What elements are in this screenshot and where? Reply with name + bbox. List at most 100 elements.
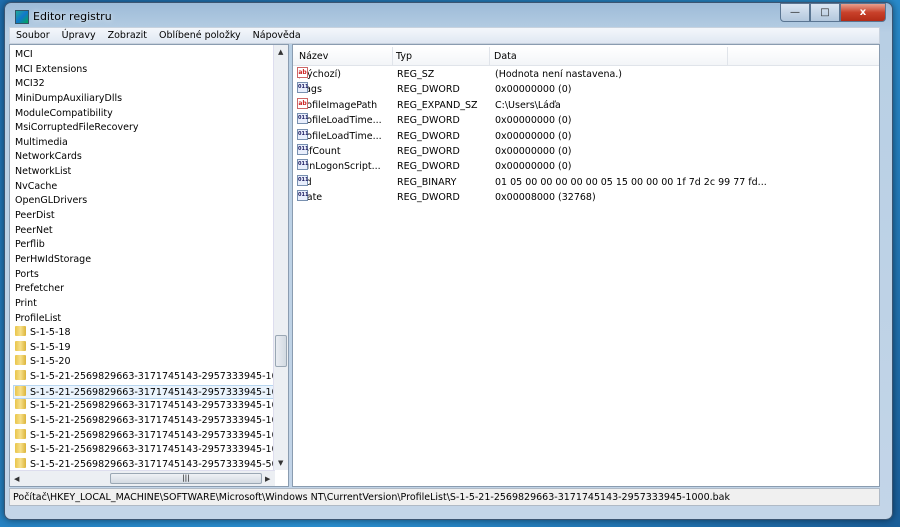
value-data: 0x00000000 (0) — [495, 115, 572, 127]
tree-item[interactable]: MCI32 — [15, 77, 45, 92]
tree-item-label: S-1-5-21-2569829663-3171745143-295733394… — [30, 400, 289, 412]
tree-item[interactable]: Perflib — [15, 238, 45, 253]
tree-item[interactable]: Multimedia — [15, 136, 68, 151]
value-type: REG_DWORD — [397, 130, 460, 142]
tree-item[interactable]: MsiCorruptedFileRecovery — [15, 121, 138, 136]
tree-item[interactable]: S-1-5-21-2569829663-3171745143-295733394… — [15, 399, 289, 414]
binary-value-icon: 011 — [297, 190, 308, 202]
value-name-cell: 011Sid — [297, 174, 312, 190]
menu-item[interactable]: Oblíbené položky — [153, 30, 247, 41]
tree-item-label: MCI32 — [15, 78, 45, 90]
tree-item[interactable]: MCI Extensions — [15, 63, 87, 78]
scroll-left-icon[interactable]: ◀ — [14, 475, 19, 483]
menu-item[interactable]: Soubor — [10, 30, 56, 41]
scroll-up-icon[interactable]: ▲ — [278, 48, 283, 56]
tree-vertical-scrollbar[interactable]: ▲ ▼ — [273, 45, 288, 470]
column-header-name[interactable]: Název — [299, 51, 328, 62]
minimize-button[interactable]: — — [780, 3, 810, 22]
tree-item[interactable]: S-1-5-20 — [15, 355, 71, 370]
list-header: Název Typ Data — [293, 47, 879, 66]
folder-icon — [15, 385, 26, 396]
tree-item[interactable]: S-1-5-21-2569829663-3171745143-295733394… — [15, 414, 288, 429]
tree-item[interactable]: S-1-5-21-2569829663-3171745143-295733394… — [15, 428, 288, 444]
value-name-cell: 011 ProfileLoadTime... — [297, 113, 382, 128]
tree-item[interactable]: OpenGLDrivers — [15, 194, 87, 209]
tree-item[interactable]: S-1-5-18 — [15, 326, 71, 341]
tree-item-label: Perflib — [15, 239, 45, 251]
tree-item-label: Multimedia — [15, 136, 68, 148]
tree-item[interactable]: S-1-5-19 — [15, 340, 71, 356]
scroll-right-icon[interactable]: ▶ — [265, 475, 270, 483]
tree-item[interactable]: Ports — [15, 268, 39, 283]
binary-value-icon: 011 — [297, 113, 308, 125]
value-type: REG_EXPAND_SZ — [397, 99, 478, 111]
folder-icon — [15, 370, 26, 381]
tree-item[interactable]: Print — [15, 297, 37, 312]
value-row[interactable]: 011 State REG_DWORD 0x00008000 (32768) — [297, 190, 877, 205]
value-name: ProfileImagePath — [297, 99, 378, 111]
tree-item[interactable]: MCI — [15, 48, 33, 63]
tree-item[interactable]: Prefetcher — [15, 282, 64, 297]
tree-item-label: MsiCorruptedFileRecovery — [15, 122, 139, 134]
column-header-data[interactable]: Data — [494, 51, 517, 62]
value-name: RunLogonScript... — [297, 161, 381, 173]
tree-item[interactable]: S-1-5-21-2569829663-3171745143-295733394… — [15, 443, 288, 458]
tree-vscroll-thumb[interactable] — [275, 335, 287, 367]
value-row[interactable]: 011 ProfileLoadTime... REG_DWORD 0x00000000… — [297, 128, 877, 144]
value-row[interactable]: 011 ProfileLoadTime... REG_DWORD 0x00000000… — [297, 113, 877, 128]
tree-item[interactable]: NvCache — [15, 180, 57, 195]
tree-item-label: PeerNet — [15, 224, 53, 236]
value-type: REG_SZ — [397, 69, 435, 80]
tree-item-label: S-1-5-21-2569829663-3171745143-295733394… — [30, 371, 289, 383]
tree-item[interactable]: ModuleCompatibility — [15, 107, 113, 122]
value-data: 0x00000000 (0) — [495, 130, 572, 142]
value-row[interactable]: 011 Flags REG_DWORD 0x00000000 (0) — [297, 82, 877, 97]
value-row[interactable]: 011Sid REG_BINARY 01 05 00 00 00 00 00 05 … — [297, 174, 877, 190]
tree-item-label: Prefetcher — [15, 283, 65, 295]
tree-item-label: MiniDumpAuxiliaryDlls — [15, 92, 123, 104]
column-header-type[interactable]: Typ — [396, 51, 412, 62]
tree-item[interactable]: S-1-5-21-2569829663-3171745143-295733394… — [15, 370, 289, 385]
value-type: REG_DWORD — [397, 146, 460, 157]
value-row[interactable]: 011 RunLogonScript... REG_DWORD 0x00000000 … — [297, 159, 877, 174]
value-type: REG_BINARY — [397, 176, 457, 188]
value-row[interactable]: 011 RefCount REG_DWORD 0x00000000 (0) — [297, 144, 877, 159]
tree-horizontal-scrollbar[interactable]: ◀ ||| ▶ — [10, 470, 275, 486]
value-row[interactable]: ab (Výchozí) REG_SZ (Hodnota není nastavena… — [297, 67, 877, 82]
binary-value-icon: 011 — [297, 159, 308, 171]
tree-item[interactable]: ProfileList — [15, 312, 61, 327]
string-value-icon: ab — [297, 67, 308, 78]
tree-item-label: NvCache — [15, 180, 58, 192]
folder-icon — [15, 326, 26, 337]
folder-icon — [15, 355, 26, 366]
tree-item[interactable]: PeerNet — [15, 224, 53, 239]
tree-item-label: Print — [15, 297, 37, 309]
menu-item[interactable]: Úpravy — [56, 30, 102, 41]
folder-icon — [15, 340, 26, 351]
binary-value-icon: 011 — [297, 144, 308, 155]
tree-item-label: OpenGLDrivers — [15, 195, 88, 207]
value-name-cell: 011 Flags — [297, 82, 322, 97]
close-button[interactable]: x — [840, 3, 886, 22]
menu-item[interactable]: Nápověda — [247, 30, 307, 41]
scroll-down-icon[interactable]: ▼ — [278, 459, 283, 467]
maximize-button[interactable]: □ — [810, 3, 840, 22]
registry-key-tree[interactable]: MCI MCI Extensions MCI32 MiniDumpAuxiliaryD… — [9, 44, 289, 487]
tree-item-label: ProfileList — [15, 312, 62, 324]
menu-item[interactable]: Zobrazit — [102, 30, 153, 41]
tree-item-label: MCI — [15, 49, 33, 60]
tree-item[interactable]: MiniDumpAuxiliaryDlls — [15, 92, 122, 107]
value-row[interactable]: ab ProfileImagePath REG_EXPAND_SZ C:\Users\… — [297, 97, 877, 113]
binary-value-icon: 011 — [297, 128, 308, 140]
status-bar-path: Počítač\HKEY_LOCAL_MACHINE\SOFTWARE\Micr… — [9, 488, 880, 506]
tree-item[interactable]: PeerDist — [15, 209, 55, 224]
tree-item[interactable]: NetworkList — [15, 165, 71, 180]
value-data: (Hodnota není nastavena.) — [495, 69, 623, 80]
tree-item[interactable]: PerHwIdStorage — [15, 253, 91, 268]
tree-item-label: Ports — [15, 268, 39, 280]
registry-values-list[interactable]: Název Typ Data ab (Výchozí) REG_SZ (Hodnota… — [292, 44, 880, 487]
value-name-cell: 011 ProfileLoadTime... — [297, 128, 382, 144]
tree-item-selected[interactable]: S-1-5-21-2569829663-3171745143-295733394… — [13, 384, 288, 400]
tree-hscroll-thumb[interactable]: ||| — [110, 473, 262, 484]
tree-item[interactable]: NetworkCards — [15, 150, 82, 165]
